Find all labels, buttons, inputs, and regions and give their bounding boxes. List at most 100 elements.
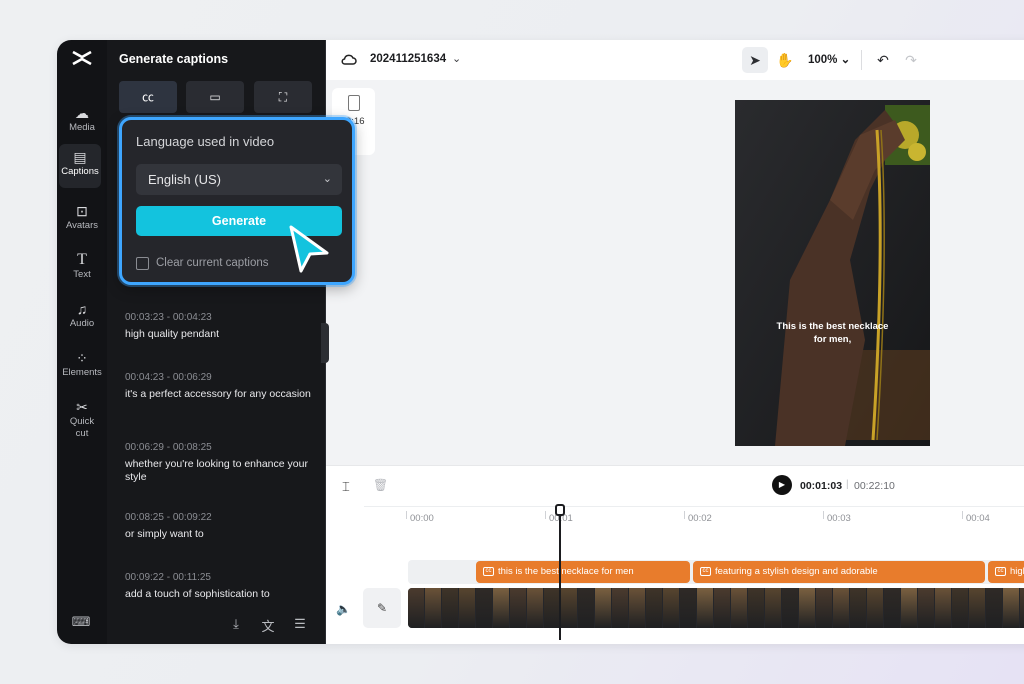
caption-time: 00:06:29 - 00:08:25 [125,442,212,453]
pencil-icon: ✎ [376,601,388,615]
collapse-panel-handle[interactable] [321,323,329,363]
caption-text[interactable]: or simply want to [125,528,315,541]
undo-button[interactable]: ↶ [872,47,894,73]
video-caption-overlay[interactable]: This is the best necklace for men, [735,320,930,346]
zoom-level[interactable]: 100% ⌄ [808,52,850,66]
language-label: Language used in video [136,134,275,149]
captions-icon: ▤ [73,149,87,165]
list-item[interactable]: 00:06:29 - 00:08:25 whether you're looki… [125,442,315,484]
panel-title: Generate captions [119,52,229,66]
caption-clip-text: this is the best necklace for men [498,566,634,577]
language-value: English (US) [148,172,221,187]
video-thumbnail [408,588,425,628]
play-button[interactable]: ▶ [772,475,792,495]
cc-icon: ㏄ [141,90,154,104]
keyboard-shortcuts-icon[interactable]: ⌨ [69,614,93,632]
search-captions-icon[interactable]: ☰ [291,616,309,634]
captions-icon: cc [483,567,494,576]
text-icon: T [77,251,87,268]
translate-icon[interactable]: 文 [259,616,277,634]
video-thumbnail [646,588,663,628]
music-note-icon: ♫ [76,301,88,317]
caption-time: 00:09:22 - 00:11:25 [125,572,211,583]
list-item[interactable]: 00:08:25 - 00:09:22 or simply want to [125,512,315,541]
video-thumbnail [986,588,1003,628]
video-thumbnail [969,588,986,628]
download-icon[interactable]: ⤓ [227,616,245,634]
trash-icon[interactable]: 🗑 [373,478,388,492]
rail-item-avatars[interactable]: ⊡ Avatars [57,198,107,242]
tick-mark [823,511,824,519]
list-item[interactable]: 00:09:22 - 00:11:25 add a touch of sophi… [125,572,315,600]
caption-text[interactable]: it's a perfect accessory for any occasio… [125,388,315,401]
video-thumbnail [918,588,935,628]
chevron-down-icon: ⌄ [322,173,332,185]
tick-label: 00:02 [688,513,712,524]
hand-tool-button[interactable]: ✋ [772,47,798,73]
project-name[interactable]: 202411251634 [370,53,446,65]
clear-captions-checkbox[interactable] [136,257,149,270]
list-item[interactable]: 00:03:23 - 00:04:23 high quality pendant [125,312,315,341]
video-thumbnail [867,588,884,628]
auto-captions-tab[interactable]: ㏄ [119,81,177,113]
scan-captions-icon: ⛶ [278,90,288,104]
video-thumbnail [527,588,544,628]
playhead[interactable] [555,504,565,640]
zoom-value: 100% [808,54,838,66]
video-thumbnail [493,588,510,628]
caption-text[interactable]: add a touch of sophistication to [125,588,315,600]
rail-item-elements[interactable]: ⁘ Elements [57,345,107,389]
lyrics-captions-tab[interactable]: ⛶ [254,81,312,113]
video-thumbnail [816,588,833,628]
video-caption-line: This is the best necklace [776,321,889,332]
caption-time: 00:08:25 - 00:09:22 [125,512,212,523]
time-ruler[interactable]: 00:00 00:01 00:02 00:03 00:04 [364,506,1024,526]
rail-item-label: Audio [69,318,95,329]
captions-icon: cc [700,567,711,576]
caption-text[interactable]: whether you're looking to enhance your s… [125,458,315,484]
select-tool-button[interactable]: ➤ [742,47,768,73]
video-thumbnail [850,588,867,628]
video-preview[interactable]: This is the best necklace for men, [735,100,930,446]
panel-footer: ⤓ 文 ☰ [107,604,326,644]
caption-time: 00:03:23 - 00:04:23 [125,312,212,323]
rail-item-text[interactable]: T Text [57,247,107,291]
tick-mark [406,511,407,519]
rail-item-quick-cut[interactable]: ✂ Quick cut [57,394,107,444]
chevron-down-icon[interactable]: ⌄ [452,52,461,65]
time-separator: | [846,479,849,490]
caption-clip[interactable]: cc this is the best necklace for men [476,561,690,583]
rail-item-captions[interactable]: ▤ Captions [59,144,101,188]
split-icon[interactable]: ⌶ [342,479,350,495]
video-thumbnail [748,588,765,628]
video-track[interactable] [408,588,1024,628]
caption-text[interactable]: high quality pendant [125,328,315,341]
left-rail: ☁ Media ▤ Captions ⊡ Avatars T Text ♫ Au… [57,40,107,644]
rail-item-label: Elements [62,367,102,378]
video-frame-image [735,100,930,446]
video-thumbnail [782,588,799,628]
redo-button[interactable]: ↷ [900,47,922,73]
rail-item-label: Quick cut [69,416,95,439]
list-item[interactable]: 00:04:23 - 00:06:29 it's a perfect acces… [125,372,315,401]
manual-captions-tab[interactable]: ▭ [186,81,244,113]
rail-item-label: Text [73,269,91,280]
playhead-handle[interactable] [555,504,565,516]
video-thumbnail [442,588,459,628]
caption-clip[interactable]: cc high quality pendant [988,561,1024,583]
video-thumbnail [476,588,493,628]
rail-item-audio[interactable]: ♫ Audio [57,296,107,340]
keyboard-captions-icon: ▭ [209,90,221,104]
video-thumbnail [833,588,850,628]
volume-icon[interactable]: 🔈 [336,602,351,616]
captions-icon: cc [995,567,1006,576]
video-thumbnail [595,588,612,628]
cloud-sync-icon[interactable] [340,51,358,69]
caption-clip[interactable]: cc featuring a stylish design and adorab… [693,561,985,583]
portrait-ratio-icon [348,95,360,111]
video-thumbnail [425,588,442,628]
tick-mark [962,511,963,519]
edit-track-button[interactable]: ✎ [363,588,401,628]
rail-item-media[interactable]: ☁ Media [57,100,107,144]
language-select[interactable]: English (US) ⌄ [136,164,342,195]
